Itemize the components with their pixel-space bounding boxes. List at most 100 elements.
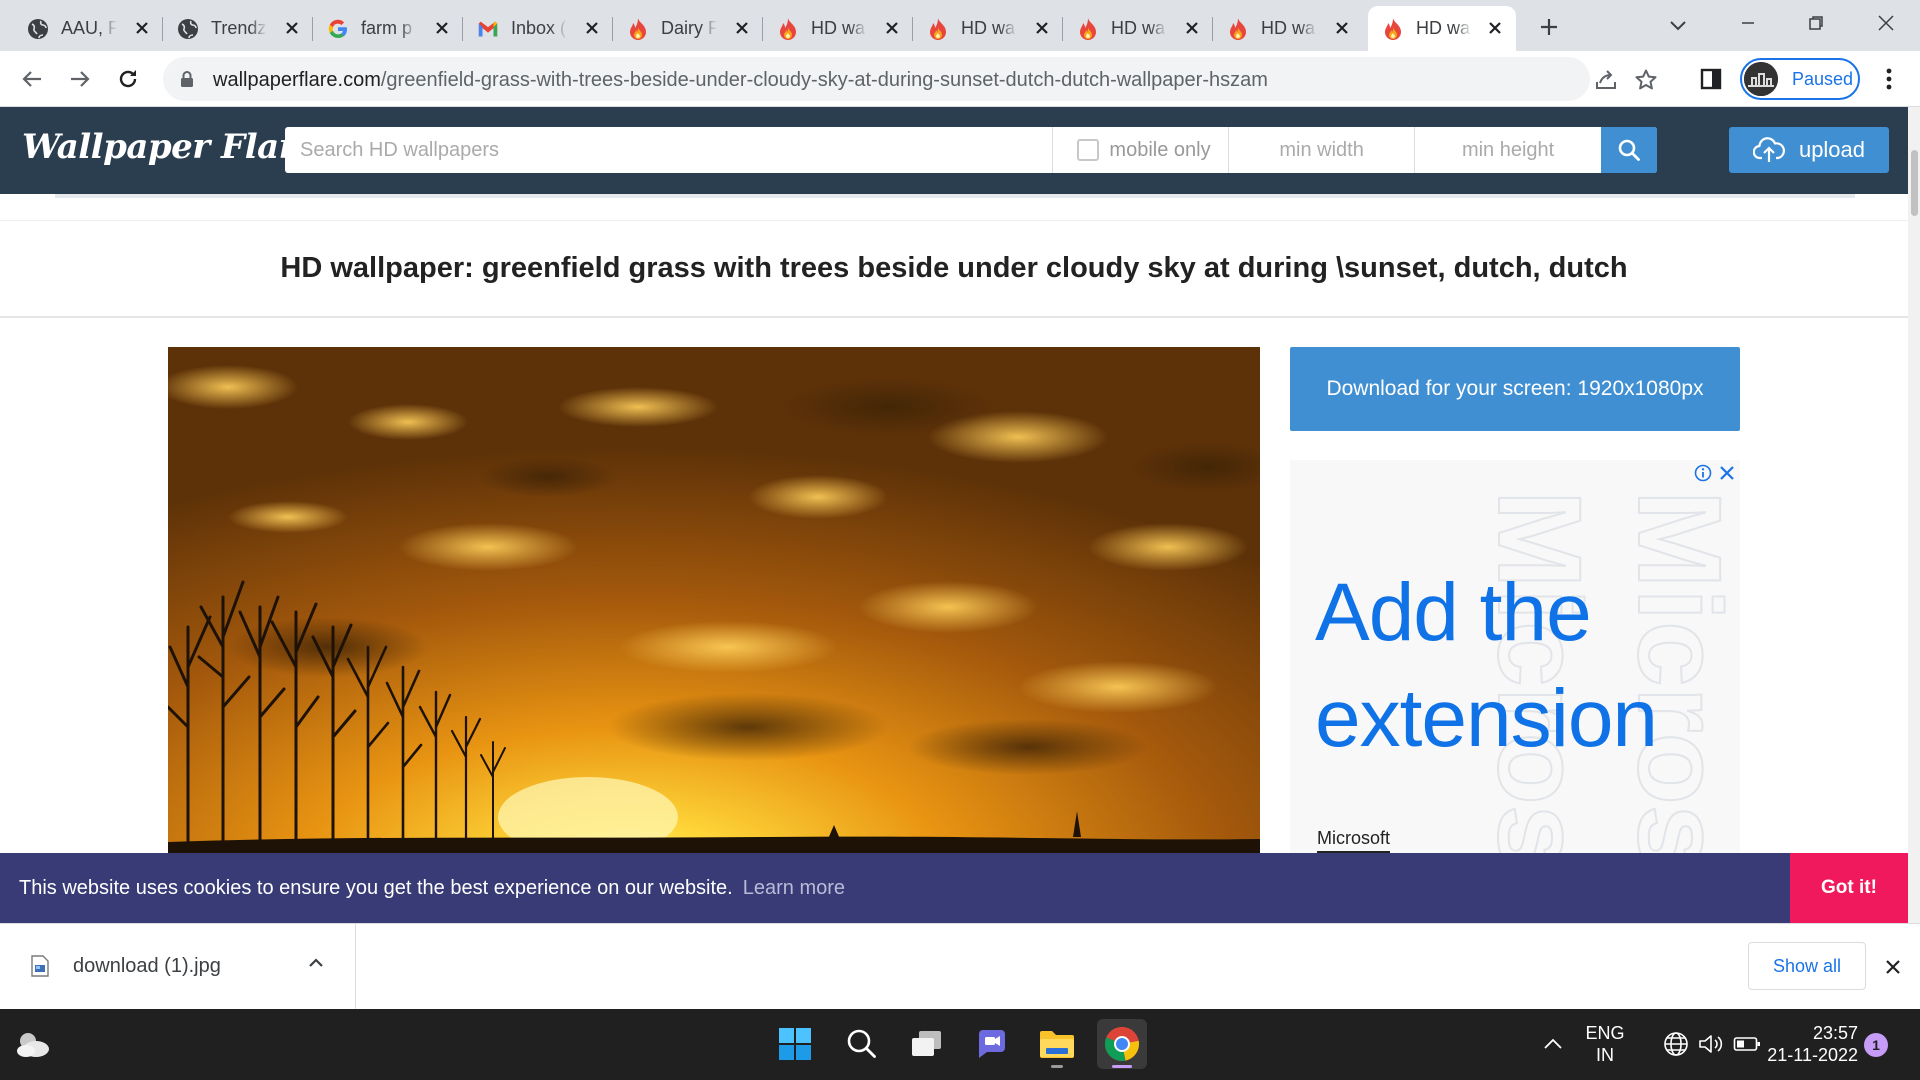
close-tab-icon[interactable] <box>1333 19 1351 37</box>
google-icon <box>327 18 349 40</box>
flame-icon <box>1382 17 1404 40</box>
windows-logo-icon <box>779 1028 811 1060</box>
download-button[interactable]: Download for your screen: 1920x1080px <box>1290 347 1740 431</box>
close-tab-icon[interactable] <box>133 19 151 37</box>
browser-tab[interactable]: AAU, F <box>13 6 163 51</box>
browser-toolbar: wallpaperflare.com/greenfield-grass-with… <box>0 51 1920 107</box>
close-tab-icon[interactable] <box>433 19 451 37</box>
min-width-input[interactable] <box>1229 127 1416 173</box>
close-tab-icon[interactable] <box>1486 19 1504 37</box>
advertisement[interactable]: Microsoft Microsoft Add the extension Mi… <box>1290 460 1740 853</box>
close-window-button[interactable] <box>1866 8 1906 38</box>
download-shelf: download (1).jpg Show all <box>0 923 1920 1010</box>
browser-tab[interactable]: Trendz <box>163 6 313 51</box>
browser-tab[interactable]: HD wa <box>1213 6 1363 51</box>
chrome-taskbar-button[interactable] <box>1097 1019 1147 1069</box>
notification-badge[interactable]: 1 <box>1864 1033 1888 1057</box>
browser-tab[interactable]: Dairy F <box>613 6 763 51</box>
browser-tab[interactable]: HD wa <box>913 6 1063 51</box>
profile-status: Paused <box>1792 68 1854 89</box>
teams-chat-button[interactable] <box>967 1019 1017 1069</box>
plus-icon <box>1541 19 1557 35</box>
globe-icon <box>1664 1032 1688 1056</box>
tab-search-button[interactable] <box>1663 14 1693 38</box>
task-view-icon <box>912 1031 941 1056</box>
upload-label: upload <box>1798 137 1866 162</box>
system-clock[interactable]: 23:57 21-11-2022 <box>1764 1022 1858 1066</box>
site-logo[interactable]: Wallpaper Flare <box>22 127 318 167</box>
min-height-input[interactable] <box>1415 127 1602 173</box>
browser-tab[interactable]: HD wa <box>1368 6 1516 51</box>
close-tab-icon[interactable] <box>283 19 301 37</box>
more-vertical-icon <box>1886 68 1892 90</box>
side-panel-button[interactable] <box>1698 66 1724 92</box>
chevron-up-icon[interactable] <box>308 957 324 969</box>
info-icon[interactable] <box>1694 464 1712 482</box>
restore-button[interactable] <box>1796 8 1836 38</box>
tab-title: Inbox ( <box>511 18 567 38</box>
upload-button[interactable]: upload <box>1729 127 1889 173</box>
gmail-icon <box>477 18 499 40</box>
lock-icon <box>181 71 193 87</box>
flame-icon <box>927 17 949 40</box>
side-panel-icon <box>1700 68 1722 90</box>
page-scrollbar[interactable] <box>1908 107 1920 923</box>
folder-icon <box>1040 1031 1074 1058</box>
search-button[interactable] <box>1601 127 1657 173</box>
clock-date: 21-11-2022 <box>1767 1045 1858 1065</box>
close-icon <box>1878 15 1894 31</box>
scrollbar-thumb[interactable] <box>1911 150 1918 216</box>
sunset-wallpaper-image <box>168 347 1260 853</box>
ad-headline[interactable]: Add the extension <box>1315 560 1725 772</box>
show-all-downloads-button[interactable]: Show all <box>1748 942 1866 990</box>
task-view-button[interactable] <box>902 1019 952 1069</box>
tab-title: Dairy F <box>661 18 717 38</box>
mobile-only-label: mobile only <box>1109 138 1211 161</box>
browser-menu-button[interactable] <box>1874 63 1904 95</box>
tab-title: AAU, F <box>61 18 117 38</box>
language-indicator[interactable]: ENG IN <box>1572 1022 1638 1066</box>
mobile-only-checkbox[interactable] <box>1077 139 1100 161</box>
reload-button[interactable] <box>112 63 144 95</box>
file-explorer-button[interactable] <box>1032 1019 1082 1069</box>
reload-icon <box>119 70 137 88</box>
browser-tab[interactable]: farm p <box>313 6 463 51</box>
language-code: ENG <box>1585 1023 1625 1043</box>
close-tab-icon[interactable] <box>733 19 751 37</box>
accept-cookies-button[interactable]: Got it! <box>1790 853 1908 923</box>
close-icon[interactable] <box>1718 464 1736 482</box>
bookmark-button[interactable] <box>1633 67 1659 93</box>
new-tab-button[interactable] <box>1534 12 1564 42</box>
mobile-only-toggle[interactable]: mobile only <box>1053 127 1230 173</box>
back-button[interactable] <box>16 63 48 95</box>
search-icon <box>1618 139 1640 161</box>
search-input[interactable] <box>285 127 1054 173</box>
close-tab-icon[interactable] <box>583 19 601 37</box>
share-button[interactable] <box>1593 67 1619 93</box>
close-tab-icon[interactable] <box>1183 19 1201 37</box>
weather-widget[interactable] <box>8 1019 58 1069</box>
download-item[interactable]: download (1).jpg <box>0 924 356 1010</box>
close-tab-icon[interactable] <box>1033 19 1051 37</box>
ad-brand[interactable]: Microsoft <box>1317 828 1391 853</box>
browser-tab[interactable]: HD wa <box>1063 6 1213 51</box>
clock-time: 23:57 <box>1812 1023 1858 1043</box>
minimize-button[interactable] <box>1728 8 1768 38</box>
learn-more-link[interactable]: Learn more <box>743 877 845 900</box>
close-shelf-button[interactable] <box>1880 954 1906 980</box>
tab-title: HD wa <box>961 18 1016 38</box>
browser-tab[interactable]: Inbox ( <box>463 6 613 51</box>
forward-button[interactable] <box>64 63 96 95</box>
wallpaper-preview[interactable] <box>168 347 1260 853</box>
title-section: HD wallpaper: greenfield grass with tree… <box>0 220 1908 318</box>
tab-title: HD wa <box>1111 18 1166 38</box>
show-hidden-icons-button[interactable] <box>1528 1019 1578 1069</box>
close-tab-icon[interactable] <box>883 19 901 37</box>
taskbar-search-button[interactable] <box>837 1019 887 1069</box>
address-bar[interactable]: wallpaperflare.com/greenfield-grass-with… <box>163 57 1657 101</box>
start-button[interactable] <box>770 1019 820 1069</box>
cookie-text: This website uses cookies to ensure you … <box>19 876 733 899</box>
restore-icon <box>1809 16 1823 30</box>
profile-button[interactable]: Paused <box>1740 58 1860 100</box>
browser-tab[interactable]: HD wa <box>763 6 913 51</box>
